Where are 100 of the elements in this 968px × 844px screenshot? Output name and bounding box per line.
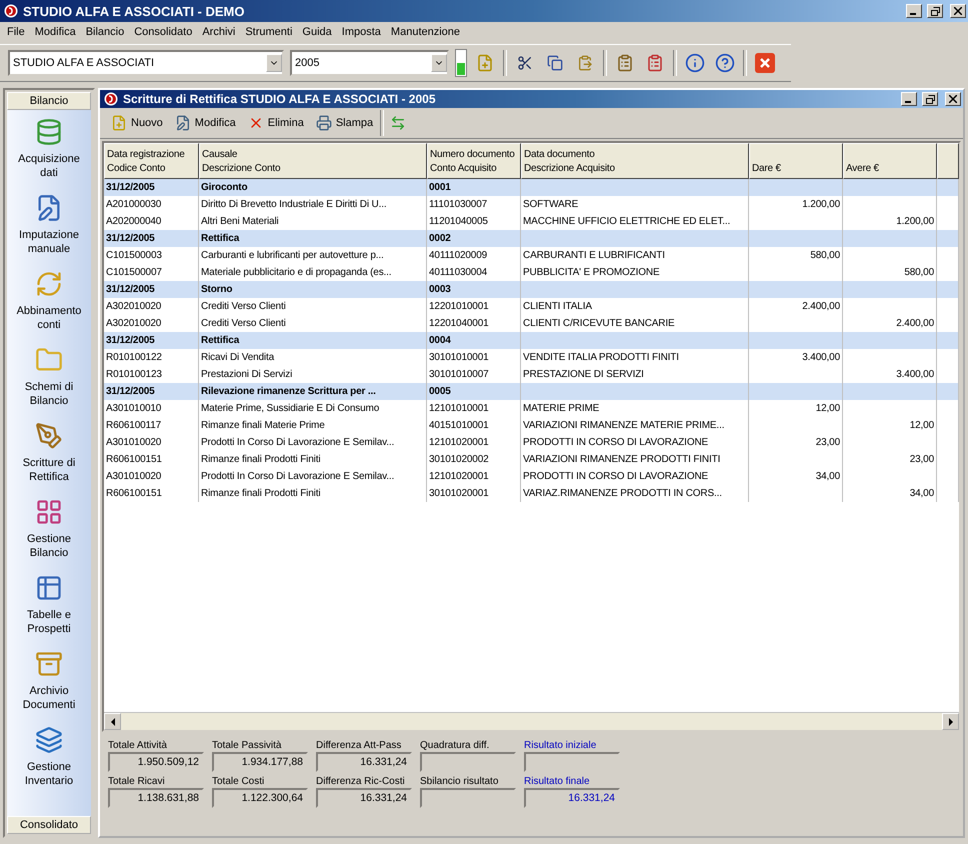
right-arrow-icon — [948, 718, 954, 726]
table-cell: Rimanze finali Prodotti Finiti — [199, 485, 427, 502]
column-header[interactable]: Data registrazione Codice Conto — [104, 143, 199, 179]
scroll-left-button[interactable] — [104, 713, 121, 730]
sidebar-item[interactable]: Abbinamento conti — [10, 270, 88, 344]
column-header[interactable]: Causale Descrizione Conto — [199, 143, 427, 179]
table-row[interactable]: A202000040 Altri Beni Materiali 11201040005 MACCHINE UFFICIO ELETTRICHE ED ELET... 1.200,00 — [104, 213, 959, 230]
database-icon — [35, 118, 63, 146]
toolbar-button[interactable]: Slampa — [310, 111, 378, 135]
minimize-button[interactable] — [906, 4, 922, 18]
column-header[interactable]: Avere € — [843, 143, 937, 179]
total-label: Totale Costi — [212, 776, 266, 787]
table-row[interactable]: C101500003 Carburanti e lubrificanti per autovetture p... 40111020009 CARBURANTI E LUBRIFICANTI 580,00 — [104, 247, 959, 264]
total-label: Differenza Ric-Costi — [316, 776, 406, 787]
column-header[interactable]: Dare € — [749, 143, 843, 179]
table-row[interactable]: R010100123 Prestazioni Di Servizi 30101010007 PRESTAZIONE DI SERVIZI 3.400,00 — [104, 366, 959, 383]
year-dropdown[interactable]: 2005 — [290, 50, 449, 76]
grid-blocks-icon — [35, 498, 63, 526]
total-field: 1.122.300,64 — [212, 788, 308, 808]
table-row[interactable]: R606100151 Rimanze finali Prodotti Finiti 30101020002 VARIAZIONI RIMANENZE PRODOTTI FINITI 23,00 — [104, 451, 959, 468]
menu-item[interactable]: Archivi — [197, 26, 240, 38]
menu-item[interactable]: File — [2, 26, 30, 38]
menu-item[interactable]: Imposta — [336, 26, 386, 38]
minimize-button[interactable] — [901, 92, 917, 106]
bilancio-tab[interactable]: Bilancio — [7, 92, 91, 110]
sidebar-item[interactable]: Archivio Documenti — [10, 650, 88, 724]
consolidato-tab[interactable]: Consolidato — [7, 816, 91, 834]
restore-button[interactable] — [927, 4, 943, 18]
table-row[interactable]: A302010020 Crediti Verso Clienti 12201010001 CLIENTI ITALIA 2.400,00 — [104, 298, 959, 315]
column-header[interactable]: Numero documento Conto Acquisito — [427, 143, 521, 179]
total-label: Risultato finale — [524, 776, 591, 787]
close-button[interactable] — [950, 4, 966, 18]
table-row[interactable]: A301010020 Prodotti In Corso Di Lavorazione E Semilav... 12101020001 PRODOTTI IN CORSO DI LAVORAZIONE 34,00 — [104, 468, 959, 485]
close-button[interactable] — [945, 92, 961, 106]
sidebar-item[interactable]: Scritture di Rettifica — [10, 422, 88, 496]
status-indicator-icon — [455, 49, 467, 77]
total-label: Quadratura diff. — [420, 740, 490, 751]
group-row[interactable]: 31/12/2005 Rettifica 0004 — [104, 332, 959, 349]
table-cell: VARIAZ.RIMANENZE PRODOTTI IN CORS... — [521, 485, 749, 502]
sidebar-item[interactable]: Imputazione manuale — [10, 194, 88, 268]
table-row[interactable]: A301010020 Prodotti In Corso Di Lavorazione E Semilav... 12101020001 PRODOTTI IN CORSO DI LAVORAZIONE 23,00 — [104, 434, 959, 451]
edit-document-icon — [174, 115, 191, 131]
total-label: Sbilancio risultato — [420, 776, 500, 787]
column-header[interactable]: Data documento Descrizione Acquisito — [521, 143, 749, 179]
total-field: 1.950.509,12 — [108, 752, 204, 772]
toolbar-button[interactable]: Modifica — [170, 111, 241, 135]
toolbar-button[interactable]: Elimina — [242, 111, 309, 135]
table-cell: 30101020001 — [427, 485, 521, 502]
group-row[interactable]: 31/12/2005 Storno 0003 — [104, 281, 959, 298]
sidebar-item[interactable]: Schemi di Bilancio — [10, 346, 88, 420]
sidebar-item[interactable]: Acquisizione dati — [10, 118, 88, 192]
table-row[interactable]: R606100117 Rimanze finali Materie Prime 40151010001 VARIAZIONI RIMANENZE MATERIE PRIME... 12,00 — [104, 417, 959, 434]
restore-button[interactable] — [922, 92, 938, 106]
app-logo-icon — [4, 4, 18, 18]
menu-item[interactable]: Manutenzione — [386, 26, 466, 38]
sidebar-item[interactable]: Gestione Bilancio — [10, 498, 88, 572]
app-logo-icon — [104, 92, 118, 106]
group-row[interactable]: 31/12/2005 Rilevazione rimanenze Scrittura per ... 0005 — [104, 383, 959, 400]
restore-icon — [930, 6, 940, 16]
pen-icon — [35, 422, 63, 450]
sidebar-item[interactable]: Tabelle e Prospetti — [10, 574, 88, 648]
total-field: 16.331,24 — [316, 752, 412, 772]
menu-item[interactable]: Modifica — [30, 26, 81, 38]
scroll-right-button[interactable] — [942, 713, 959, 730]
total-field: 16.331,24 — [524, 788, 620, 808]
company-dropdown[interactable]: STUDIO ALFA E ASSOCIATI — [8, 50, 284, 76]
archive-icon — [35, 650, 63, 678]
refresh-arrows-icon — [35, 270, 63, 298]
window-title: STUDIO ALFA E ASSOCIATI - DEMO — [23, 4, 246, 18]
total-label: Risultato iniziale — [524, 740, 598, 751]
total-label: Totale Ricavi — [108, 776, 166, 787]
print-icon — [316, 115, 332, 131]
total-field: 16.331,24 — [316, 788, 412, 808]
total-field: 1.138.631,88 — [108, 788, 204, 808]
layers-icon — [35, 726, 63, 754]
table-cell: 34,00 — [843, 485, 937, 502]
table-row[interactable]: A201000030 Diritto Di Brevetto Industriale E Diritti Di U... 11101030007 SOFTWARE 1.200,00 — [104, 196, 959, 213]
total-label: Totale Passività — [212, 740, 282, 751]
window-title: Scritture di Rettifica STUDIO ALFA E ASSOCIATI - 2005 — [123, 92, 436, 106]
total-label: Totale Attività — [108, 740, 168, 751]
menu-item[interactable]: Bilancio — [80, 26, 130, 38]
new-document-icon — [111, 115, 127, 131]
left-arrow-icon — [110, 718, 116, 726]
table-row[interactable]: A302010020 Crediti Verso Clienti 12201040001 CLIENTI C/RICEVUTE BANCARIE 2.400,00 — [104, 315, 959, 332]
table-row[interactable]: R606100151 Rimanze finali Prodotti Finiti 30101020001 VARIAZ.RIMANENZE PRODOTTI IN CORS... 34,00 — [104, 485, 959, 502]
table-row[interactable]: R010100122 Ricavi Di Vendita 30101010001 VENDITE ITALIA PRODOTTI FINITI 3.400,00 — [104, 349, 959, 366]
toolbar-button[interactable]: Nuovo — [106, 111, 168, 135]
table-cell: R606100151 — [104, 485, 199, 502]
group-row[interactable]: 31/12/2005 Giroconto 0001 — [104, 179, 959, 196]
group-row[interactable]: 31/12/2005 Rettifica 0002 — [104, 230, 959, 247]
sidebar-item[interactable]: Gestione Inventario — [10, 726, 88, 800]
menu-item[interactable]: Consolidato — [129, 26, 198, 38]
exit-icon[interactable] — [753, 50, 777, 76]
table-row[interactable]: C101500007 Materiale pubblicitario e di propaganda (es... 40111030004 PUBBLICITA' E PROMOZIONE 580,00 — [104, 264, 959, 281]
total-field: 1.934.177,88 — [212, 752, 308, 772]
menu-item[interactable]: Strumenti — [240, 26, 298, 38]
close-icon — [954, 7, 962, 15]
table-row[interactable]: A301010010 Materie Prime, Sussidiarie E Di Consumo 12101010001 MATERIE PRIME 12,00 — [104, 400, 959, 417]
restore-icon — [926, 94, 934, 104]
menu-item[interactable]: Guida — [297, 26, 337, 38]
